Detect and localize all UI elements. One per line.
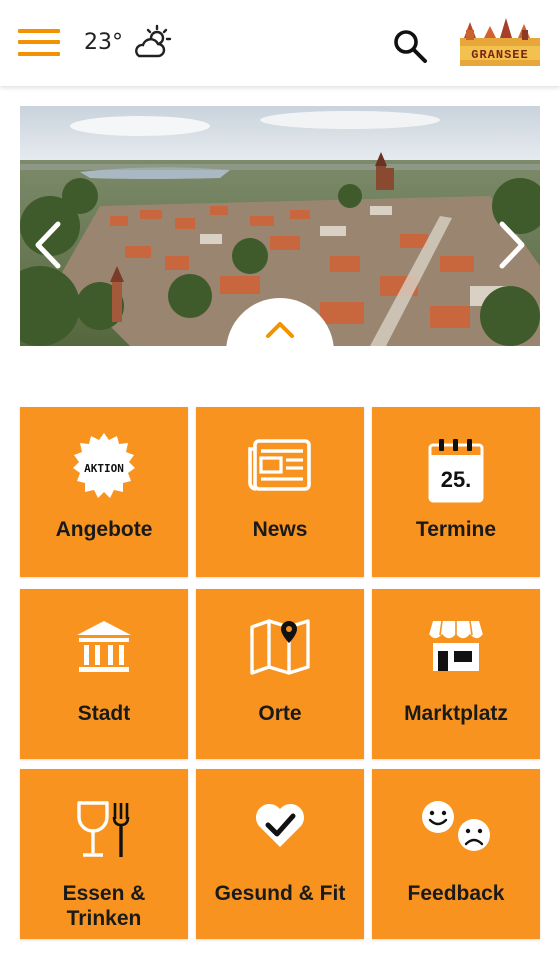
tile-news[interactable]: News bbox=[196, 407, 364, 577]
top-app-bar: 23° GRANSEE bbox=[0, 0, 560, 86]
smileys-icon bbox=[422, 801, 490, 851]
search-icon[interactable] bbox=[392, 28, 428, 64]
calendar-day-text: 25. bbox=[441, 467, 472, 492]
newspaper-icon bbox=[248, 439, 311, 491]
carousel-next-icon[interactable] bbox=[494, 220, 530, 270]
svg-text:GRANSEE: GRANSEE bbox=[471, 48, 528, 62]
tile-marktplatz[interactable]: Marktplatz bbox=[372, 589, 540, 759]
tile-essen-trinken[interactable]: Essen & Trinken bbox=[20, 769, 188, 939]
heart-check-icon bbox=[255, 803, 305, 847]
tile-feedback[interactable]: Feedback bbox=[372, 769, 540, 939]
tile-orte[interactable]: Orte bbox=[196, 589, 364, 759]
carousel-prev-icon[interactable] bbox=[30, 220, 66, 270]
gransee-logo[interactable]: GRANSEE bbox=[456, 16, 544, 70]
tile-label: Stadt bbox=[77, 702, 131, 725]
town-hall-icon bbox=[77, 621, 131, 672]
tile-stadt[interactable]: Stadt bbox=[20, 589, 188, 759]
map-pin-icon bbox=[250, 619, 310, 675]
tile-label: Orte bbox=[258, 702, 302, 725]
tile-label: Essen & Trinken bbox=[62, 882, 146, 930]
glass-fork-icon bbox=[77, 801, 130, 857]
hamburger-menu-icon[interactable] bbox=[18, 28, 62, 58]
calendar-icon: 25. bbox=[428, 439, 484, 503]
tile-termine[interactable]: 25. Termine bbox=[372, 407, 540, 577]
tile-label: Angebote bbox=[55, 518, 153, 541]
aktion-badge-text: AKTION bbox=[84, 462, 124, 475]
tile-gesund-fit[interactable]: Gesund & Fit bbox=[196, 769, 364, 939]
chevron-up-icon bbox=[266, 322, 294, 338]
tile-label: Marktplatz bbox=[404, 702, 508, 725]
tile-label: Termine bbox=[415, 518, 497, 541]
tile-label: Gesund & Fit bbox=[214, 882, 346, 905]
tile-angebote[interactable]: AKTION Angebote bbox=[20, 407, 188, 577]
temperature-text: 23° bbox=[84, 30, 123, 55]
tile-label: News bbox=[252, 518, 308, 541]
collapse-toggle-button[interactable] bbox=[226, 298, 334, 406]
aktion-badge-icon: AKTION bbox=[73, 433, 135, 498]
partly-cloudy-icon bbox=[135, 24, 172, 58]
tile-label: Feedback bbox=[407, 882, 505, 905]
shop-icon bbox=[428, 620, 484, 671]
